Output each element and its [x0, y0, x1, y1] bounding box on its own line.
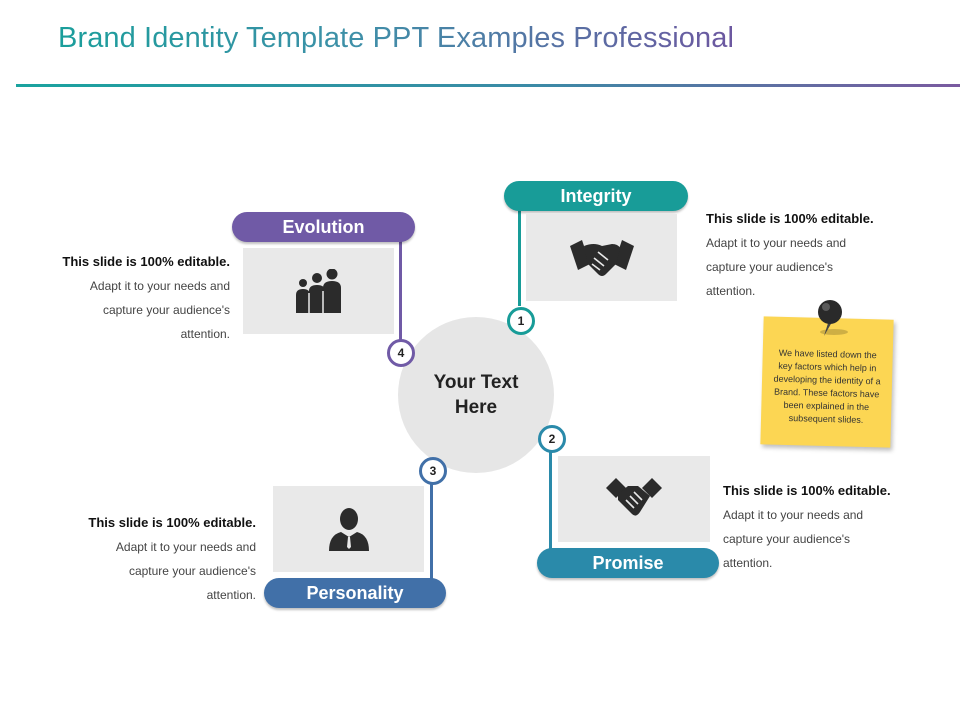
integrity-pill: Integrity: [504, 181, 688, 211]
evolution-heading: This slide is 100% editable.: [62, 254, 230, 269]
personality-description: This slide is 100% editable. Adapt it to…: [56, 511, 256, 607]
handshake-icon: [569, 239, 634, 276]
step-number-4: 4: [387, 339, 415, 367]
integrity-line-2: capture your audience's: [706, 260, 834, 274]
center-circle: Your Text Here: [398, 317, 554, 473]
center-text: Your Text Here: [433, 372, 519, 418]
integrity-heading: This slide is 100% editable.: [706, 211, 874, 226]
businessman-icon: [328, 508, 369, 551]
evolution-line-2: capture your audience's: [102, 303, 230, 317]
promise-heading: This slide is 100% editable.: [723, 483, 891, 498]
evolution-connector: [399, 236, 402, 342]
step-number-1: 1: [507, 307, 535, 335]
promise-pill: Promise: [537, 548, 719, 578]
promise-description: This slide is 100% editable. Adapt it to…: [723, 479, 923, 575]
promise-line-3: attention.: [723, 556, 773, 570]
personality-connector: [430, 483, 433, 583]
handshake-deal-icon: [606, 478, 662, 516]
integrity-image-box: [526, 214, 677, 301]
page-title: Brand Identity Template PPT Examples Pro…: [58, 22, 735, 54]
push-pin-icon: [818, 300, 848, 336]
personality-line-3: attention.: [206, 588, 256, 602]
integrity-connector: [518, 206, 521, 306]
step-number-2: 2: [538, 425, 566, 453]
sticky-note-text: We have listed down the key factors whic…: [773, 347, 881, 425]
evolution-line-1: Adapt it to your needs and: [89, 279, 230, 293]
step-number-3: 3: [419, 457, 447, 485]
evolution-pill: Evolution: [232, 212, 415, 242]
title-divider: [16, 84, 960, 87]
personality-line-2: capture your audience's: [128, 564, 256, 578]
evolution-description: This slide is 100% editable. Adapt it to…: [30, 250, 230, 346]
integrity-line-1: Adapt it to your needs and: [706, 236, 847, 250]
promise-line-2: capture your audience's: [723, 532, 851, 546]
integrity-line-3: attention.: [706, 284, 756, 298]
evolution-line-3: attention.: [180, 327, 230, 341]
promise-connector: [549, 452, 552, 552]
promise-line-1: Adapt it to your needs and: [723, 508, 864, 522]
people-group-icon: [295, 269, 341, 313]
personality-heading: This slide is 100% editable.: [88, 515, 256, 530]
personality-line-1: Adapt it to your needs and: [115, 540, 256, 554]
personality-pill: Personality: [264, 578, 446, 608]
personality-image-box: [273, 486, 424, 572]
integrity-description: This slide is 100% editable. Adapt it to…: [706, 207, 906, 303]
promise-image-box: [558, 456, 710, 542]
evolution-image-box: [243, 248, 394, 334]
